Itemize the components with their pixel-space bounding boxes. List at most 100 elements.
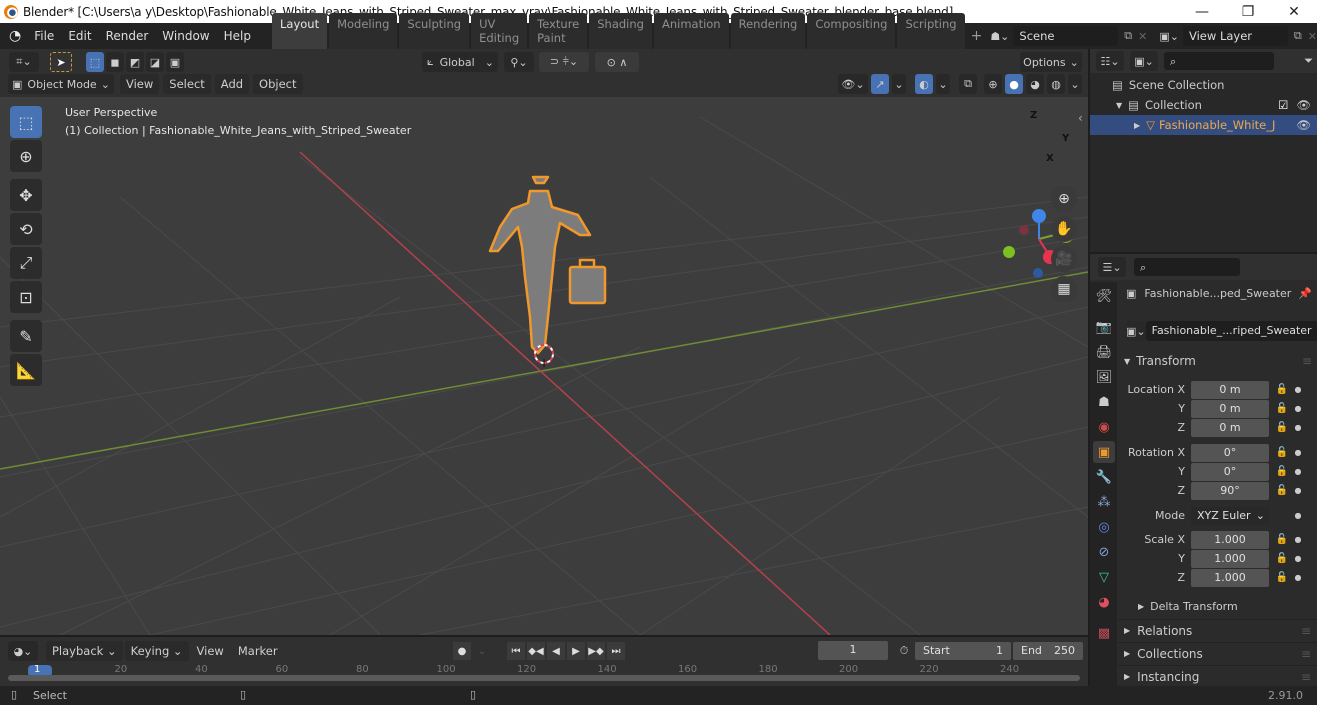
add-workspace-button[interactable]: + (971, 28, 983, 44)
scale-y-field[interactable]: 1.000 (1191, 549, 1269, 568)
gizmo-y-label[interactable]: Y (1062, 133, 1069, 144)
current-frame-field[interactable]: 1 (818, 641, 888, 660)
keyframe-dot-icon[interactable]: ● (1291, 385, 1305, 394)
select-subtract-icon[interactable]: ◩ (126, 52, 144, 72)
maximize-button[interactable]: ❐ (1225, 4, 1271, 20)
rotation-y-field[interactable]: 0° (1191, 462, 1269, 481)
keyframe-dot-icon[interactable]: ● (1291, 511, 1305, 520)
keyframe-dot-icon[interactable]: ● (1291, 486, 1305, 495)
collections-panel-header[interactable]: ▶ Collections ≡ (1118, 642, 1317, 664)
view-layer-field[interactable]: View Layer (1183, 26, 1288, 46)
gizmo-x-label[interactable]: X (1046, 153, 1054, 164)
transform-orientation-dropdown[interactable]: ⟀ Global ⌄ (422, 52, 498, 72)
gizmo-toggle[interactable]: ↗ (871, 74, 889, 94)
tab-compositing[interactable]: Compositing (807, 13, 896, 49)
menu-playback[interactable]: Playback ⌄ (46, 641, 123, 661)
tab-shading[interactable]: Shading (589, 13, 652, 49)
outliner-collection[interactable]: ▼ ▤ Collection ☑ 👁 (1090, 95, 1317, 115)
delete-scene-icon[interactable]: ✕ (1138, 30, 1147, 43)
view-layer-icon[interactable]: ▣⌄ (1159, 30, 1179, 43)
location-y-field[interactable]: 0 m (1191, 399, 1269, 418)
lock-icon[interactable]: 🔓 (1273, 553, 1291, 564)
start-frame-field[interactable]: Start 1 (915, 641, 1011, 660)
select-invert-icon[interactable]: ◪ (146, 52, 164, 72)
relations-panel-header[interactable]: ▶ Relations ≡ (1118, 619, 1317, 641)
jump-start-button[interactable]: ⏮ (507, 642, 525, 660)
mode-dropdown[interactable]: ▣ Object Mode ⌄ (8, 74, 114, 94)
tab-output[interactable]: 🖨 (1093, 341, 1115, 363)
tab-world[interactable]: ◉ (1093, 416, 1115, 438)
auto-keying-toggle[interactable]: ● (453, 642, 471, 660)
keying-dropdown[interactable]: ⌄ (473, 642, 491, 660)
jump-end-button[interactable]: ⏭ (607, 642, 625, 660)
rotation-x-field[interactable]: 0° (1191, 443, 1269, 462)
pin-icon[interactable]: 📌 (1298, 287, 1312, 300)
filter-funnel-icon[interactable]: ⏷ (1304, 54, 1313, 68)
select-new-icon[interactable]: ⬚ (86, 52, 104, 72)
expand-arrow-icon[interactable]: ▼ (1116, 101, 1122, 110)
tab-modeling[interactable]: Modeling (329, 13, 398, 49)
xray-toggle[interactable]: ⧉ (959, 74, 977, 94)
tab-render[interactable]: 📷 (1093, 316, 1115, 338)
timeline-scrollbar[interactable] (8, 675, 1080, 681)
proportional-editing-toggle[interactable]: ⊙ ∧ (595, 52, 639, 72)
menu-view[interactable]: View (191, 641, 230, 661)
outliner-filter-layer[interactable]: ▣⌄ (1130, 51, 1158, 71)
delete-view-layer-icon[interactable]: ✕ (1308, 30, 1317, 43)
new-view-layer-icon[interactable]: ⧉ (1294, 29, 1302, 43)
3d-viewport[interactable]: Z Y X User Perspective (1) Collection | … (0, 97, 1088, 635)
tab-data[interactable]: ▽ (1093, 566, 1115, 588)
tab-physics[interactable]: ◎ (1093, 516, 1115, 538)
transform-panel-header[interactable]: ▼ Transform ≡ (1124, 351, 1312, 371)
tool-transform[interactable]: ⊡ (10, 281, 42, 313)
lock-icon[interactable]: 🔓 (1273, 447, 1291, 458)
eye-icon[interactable]: 👁 (1296, 98, 1311, 112)
eye-icon[interactable]: 👁 (1296, 118, 1311, 132)
shading-rendered[interactable]: ◍ (1047, 74, 1065, 94)
menu-window[interactable]: Window (155, 29, 216, 43)
camera-view-button[interactable]: 🎥 (1051, 246, 1077, 272)
select-tool-button[interactable]: ➤ (50, 52, 72, 72)
keyframe-dot-icon[interactable]: ● (1291, 423, 1305, 432)
scale-z-field[interactable]: 1.000 (1191, 568, 1269, 587)
zoom-button[interactable]: ⊕ (1051, 186, 1077, 212)
menu-edit[interactable]: Edit (61, 29, 98, 43)
select-intersect-icon[interactable]: ▣ (166, 52, 184, 72)
tab-modifiers[interactable]: 🔧 (1093, 466, 1115, 488)
tab-view-layer[interactable]: 🖼 (1093, 366, 1115, 388)
blender-menu-icon[interactable]: ◔ (9, 28, 21, 44)
tab-scripting[interactable]: Scripting (897, 13, 965, 49)
shading-dropdown[interactable]: ⌄ (1068, 74, 1082, 94)
tab-scene[interactable]: ☗ (1093, 391, 1115, 413)
tab-material[interactable]: ◕ (1093, 591, 1115, 613)
menu-marker[interactable]: Marker (232, 641, 284, 661)
pan-button[interactable]: ✋ (1051, 216, 1077, 242)
tool-annotate[interactable]: ✎ (10, 320, 42, 352)
lock-icon[interactable]: 🔓 (1273, 384, 1291, 395)
select-extend-icon[interactable]: ◼ (106, 52, 124, 72)
prev-keyframe-button[interactable]: ◆◀ (527, 642, 545, 660)
lock-icon[interactable]: 🔓 (1273, 485, 1291, 496)
perspective-toggle-button[interactable]: ▦ (1051, 276, 1077, 302)
minimize-button[interactable]: — (1179, 4, 1225, 20)
outliner-object-row[interactable]: ▶ ▽ Fashionable_White_J 👁 (1090, 115, 1317, 135)
snapping-toggle[interactable]: ⊃ ⫩⌄ (539, 52, 589, 72)
keyframe-dot-icon[interactable]: ● (1291, 467, 1305, 476)
lock-icon[interactable]: 🔓 (1273, 534, 1291, 545)
gizmo-z-label[interactable]: Z (1030, 110, 1037, 121)
outliner-scene-collection[interactable]: ▤ Scene Collection (1090, 75, 1317, 95)
options-dropdown[interactable]: Options ⌄ (1020, 52, 1082, 72)
tool-move[interactable]: ✥ (10, 179, 42, 211)
instancing-panel-header[interactable]: ▶ Instancing ≡ (1118, 665, 1317, 687)
tab-texture-paint[interactable]: Texture Paint (529, 13, 588, 49)
object-browse-button[interactable]: ▣⌄ (1126, 321, 1146, 341)
tab-tool[interactable]: 🛠 (1093, 285, 1115, 307)
pivot-point-dropdown[interactable]: ⚲⌄ (504, 52, 534, 72)
lock-icon[interactable]: 🔓 (1273, 422, 1291, 433)
menu-render[interactable]: Render (99, 29, 156, 43)
properties-search[interactable]: ⌕ (1134, 258, 1240, 276)
lock-icon[interactable]: 🔓 (1273, 572, 1291, 583)
expand-arrow-icon[interactable]: ▶ (1134, 121, 1140, 130)
keyframe-dot-icon[interactable]: ● (1291, 554, 1305, 563)
tool-select-box[interactable]: ⬚ (10, 106, 42, 138)
